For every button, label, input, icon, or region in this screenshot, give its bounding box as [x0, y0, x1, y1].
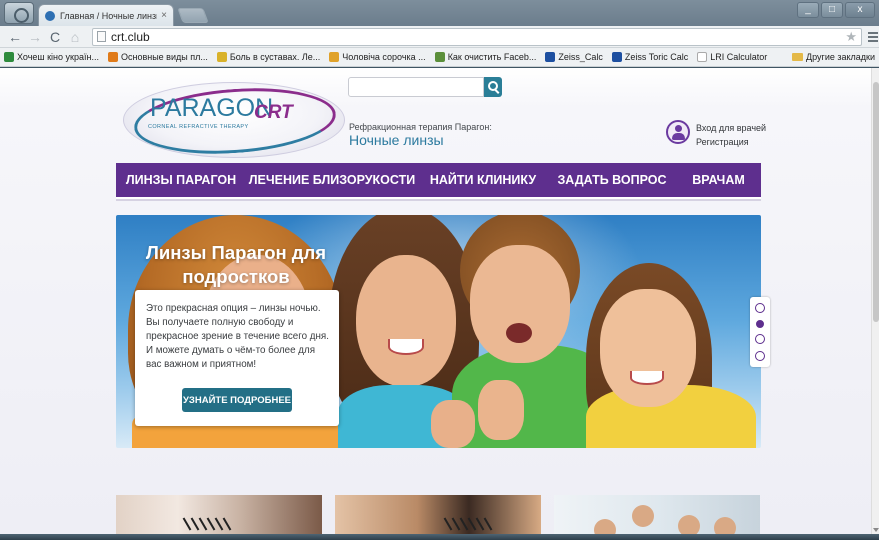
site-search-input[interactable] [348, 77, 484, 97]
page-viewport: PARAGON CRT CORNEAL REFRACTIVE THERAPY Р… [0, 68, 871, 534]
main-navigation: ЛИНЗЫ ПАРАГОН ЛЕЧЕНИЕ БЛИЗОРУКОСТИ НАЙТИ… [116, 163, 761, 197]
browser-toolbar: ← → C ⌂ crt.club ★ [0, 26, 879, 48]
slider-pagination [750, 297, 770, 367]
bookmark-label: Как очистить Faceb... [447, 52, 537, 62]
nav-item-ask-question[interactable]: ЗАДАТЬ ВОПРОС [548, 163, 676, 197]
hero-photo-face-3 [470, 245, 570, 363]
doctor-user-icon[interactable] [666, 120, 690, 144]
bookmark-item[interactable]: Боль в суставах. Ле... [216, 52, 321, 62]
page-scrollbar[interactable] [871, 68, 879, 534]
hero-photo-smile-2 [388, 339, 424, 355]
bookmark-item[interactable]: Zeiss Toric Calc [611, 52, 689, 62]
bookmark-label: Основные виды пл... [120, 52, 208, 62]
bookmark-favicon-icon [329, 52, 340, 62]
folder-icon [792, 53, 804, 61]
hero-photo-hand-2 [478, 380, 524, 440]
bookmark-favicon-icon [545, 52, 556, 62]
feature-thumb-doctors[interactable] [554, 495, 760, 534]
hero-photo-face-4 [600, 289, 696, 407]
nav-item-paragon-lenses[interactable]: ЛИНЗЫ ПАРАГОН [116, 163, 246, 197]
bookmarks-bar: Хочеш кіно україн... Основные виды пл... Б… [0, 48, 879, 67]
home-icon[interactable]: ⌂ [66, 29, 84, 45]
reload-icon[interactable]: C [46, 29, 64, 45]
chrome-user-icon[interactable] [4, 2, 34, 24]
nav-item-find-clinic[interactable]: НАЙТИ КЛИНИКУ [418, 163, 548, 197]
other-bookmarks-label: Другие закладки [806, 52, 875, 62]
bookmark-item[interactable]: LRI Calculator [697, 52, 767, 62]
tab-favicon-icon [45, 10, 55, 21]
bookmark-label: Боль в суставах. Ле... [229, 52, 321, 62]
doctor-links: Вход для врачей Регистрация [696, 121, 766, 149]
os-taskbar [0, 534, 879, 540]
close-window-button[interactable]: x [845, 2, 875, 18]
nav-item-myopia-treatment[interactable]: ЛЕЧЕНИЕ БЛИЗОРУКОСТИ [246, 163, 418, 197]
maximize-button[interactable]: □ [821, 2, 843, 18]
hero-text: Это прекрасная опция – линзы ночью. Вы п… [146, 303, 329, 370]
slide-dot-2[interactable] [756, 319, 764, 328]
logo-crt-text: CRT [254, 102, 293, 123]
nav-item-for-doctors[interactable]: ВРАЧАМ [676, 163, 761, 197]
learn-more-button[interactable]: УЗНАЙТЕ ПОДРОБНЕЕ [182, 388, 292, 412]
bookmark-label: Zeiss Toric Calc [624, 52, 689, 62]
bookmark-item[interactable]: Чоловіча сорочка ... [329, 52, 426, 62]
hero-title: Линзы Парагон для подростков [145, 242, 327, 287]
slide-dot-3[interactable] [755, 334, 765, 345]
bookmark-favicon-icon [434, 52, 445, 62]
hero-photo-face-2 [356, 255, 456, 387]
tagline-big: Ночные линзы [349, 132, 444, 148]
back-arrow-icon[interactable]: ← [6, 29, 24, 45]
hero-slider: Линзы Парагон для подростков Это прекрас… [116, 215, 761, 448]
feature-thumb-lashes[interactable] [335, 495, 541, 534]
doctor-login-link[interactable]: Вход для врачей [696, 121, 766, 135]
register-link[interactable]: Регистрация [696, 135, 766, 149]
bookmark-favicon-icon [216, 52, 227, 62]
scroll-down-arrow-icon[interactable] [873, 528, 879, 532]
bookmark-favicon-icon [611, 52, 622, 62]
bookmark-item[interactable]: Как очистить Faceb... [434, 52, 537, 62]
bookmark-favicon-icon [107, 52, 118, 62]
minimize-button[interactable]: _ [797, 2, 819, 18]
forward-arrow-icon[interactable]: → [26, 29, 44, 45]
search-icon[interactable] [484, 77, 502, 97]
window-controls: _ □ x [797, 2, 875, 18]
scrollbar-thumb[interactable] [873, 82, 879, 322]
bookmark-label: Хочеш кіно україн... [17, 52, 99, 62]
hero-photo-hand-1 [431, 400, 475, 448]
page-icon [97, 31, 106, 42]
bookmark-label: LRI Calculator [710, 52, 768, 62]
slide-dot-1[interactable] [755, 303, 765, 314]
bookmark-favicon-icon [697, 52, 708, 62]
tab-close-icon[interactable]: × [161, 10, 167, 21]
bookmark-star-icon[interactable]: ★ [845, 29, 857, 45]
bookmark-item[interactable]: Хочеш кіно україн... [4, 52, 99, 62]
tagline-small: Рефракционная терапия Парагон: [349, 122, 492, 132]
browser-menu-icon[interactable] [868, 30, 878, 44]
site-search [348, 77, 502, 97]
slide-dot-4[interactable] [755, 350, 765, 361]
new-tab-button[interactable] [177, 8, 209, 23]
logo-subtitle: CORNEAL REFRACTIVE THERAPY [148, 124, 249, 130]
bookmark-label: Zeiss_Calc [558, 52, 603, 62]
browser-tabstrip: Главная / Ночные линзы × _ □ x [0, 0, 879, 26]
hero-photo-smile-3 [506, 323, 532, 343]
bookmark-label: Чоловіча сорочка ... [342, 52, 426, 62]
other-bookmarks[interactable]: Другие закладки [792, 52, 875, 62]
hero-card: Это прекрасная опция – линзы ночью. Вы п… [135, 290, 339, 426]
bookmark-favicon-icon [4, 52, 14, 62]
bookmark-item[interactable]: Zeiss_Calc [545, 52, 603, 62]
bookmark-item[interactable]: Основные виды пл... [107, 52, 208, 62]
address-url[interactable]: crt.club [111, 30, 845, 44]
hero-photo-smile-4 [630, 371, 664, 385]
tab-title: Главная / Ночные линзы [60, 10, 158, 21]
browser-tab[interactable]: Главная / Ночные линзы × [38, 4, 174, 26]
feature-thumb-eye[interactable] [116, 495, 322, 534]
address-bar[interactable]: crt.club ★ [92, 27, 862, 46]
